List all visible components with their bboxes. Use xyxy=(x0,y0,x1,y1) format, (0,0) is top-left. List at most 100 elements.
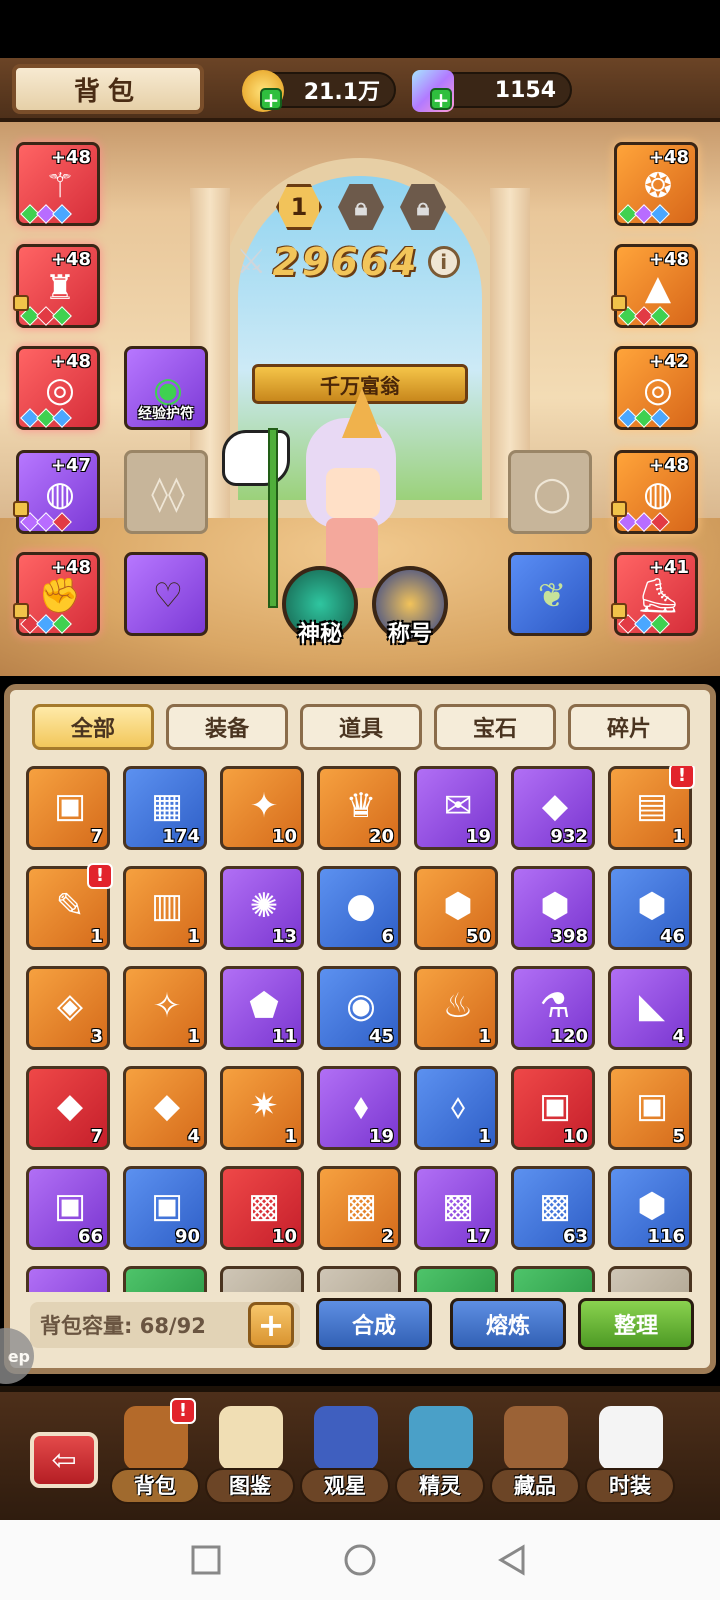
inventory-item[interactable]: · xyxy=(608,1266,692,1292)
equipment-slot-right[interactable]: +48 ❂ xyxy=(614,142,698,226)
inventory-item[interactable]: ⬢ 46 xyxy=(608,866,692,950)
nav-label: 时装 xyxy=(585,1468,675,1504)
equipment-slot-right[interactable]: +42 ◎ xyxy=(614,346,698,430)
book-icon xyxy=(219,1406,283,1470)
inventory-item[interactable]: ▤ 1! xyxy=(608,766,695,850)
inventory-item[interactable]: ▣ 66 xyxy=(26,1166,110,1250)
item-count: 10 xyxy=(271,1226,297,1247)
tab-items[interactable]: 道具 xyxy=(300,704,422,750)
nav-item-spirit[interactable]: 精灵 xyxy=(395,1398,485,1518)
nav-item-collection-chest[interactable]: 藏品 xyxy=(490,1398,580,1518)
inventory-item[interactable]: ✉ 19 xyxy=(414,766,498,850)
lock-icon xyxy=(13,501,29,517)
tab-gems[interactable]: 宝石 xyxy=(434,704,556,750)
add-gold-button[interactable]: + xyxy=(260,88,282,110)
inventory-item[interactable]: ▣ 5 xyxy=(608,1066,692,1150)
inventory-item[interactable]: ⬧ 19 xyxy=(317,1066,401,1150)
inventory-item[interactable]: ✦ 10 xyxy=(220,766,304,850)
inventory-item[interactable]: ▦ 174 xyxy=(123,766,207,850)
inventory-item[interactable]: ◆ 7 xyxy=(26,1066,110,1150)
loadout-tab-1[interactable]: 1 xyxy=(276,184,322,230)
equipment-slot-right[interactable]: +41 ⛸ xyxy=(611,552,698,636)
gem-sockets xyxy=(618,408,670,428)
partial-item-icon: · xyxy=(336,1281,386,1292)
tab-equipment[interactable]: 装备 xyxy=(166,704,288,750)
gem-sockets xyxy=(20,306,72,326)
equipment-slot-left[interactable]: +48 ♜ xyxy=(13,244,100,328)
nav-item-book[interactable]: 图鉴 xyxy=(205,1398,295,1518)
inventory-item[interactable]: ⬢ 116 xyxy=(608,1166,692,1250)
back-button[interactable] xyxy=(494,1542,530,1578)
inventory-item[interactable]: ▣ 90 xyxy=(123,1166,207,1250)
inventory-item[interactable]: · xyxy=(26,1266,110,1292)
inventory-item[interactable]: ◉ 45 xyxy=(317,966,401,1050)
nav-item-star-gazing[interactable]: 观星 xyxy=(300,1398,390,1518)
inventory-item[interactable]: ◆ 932 xyxy=(511,766,595,850)
item-count: 5 xyxy=(672,1126,685,1147)
inventory-item[interactable]: ◆ 4 xyxy=(123,1066,207,1150)
boots-icon: ⛸ xyxy=(636,576,680,616)
inventory-item[interactable]: ⬢ 50 xyxy=(414,866,498,950)
potion-icon: ⚗ xyxy=(539,986,571,1026)
inventory-item[interactable]: · xyxy=(317,1266,401,1292)
tab-fragments[interactable]: 碎片 xyxy=(568,704,690,750)
exp-charm-slot[interactable]: ◉ 经验护符 xyxy=(124,346,208,430)
crossed-swords-icon: ⚔ xyxy=(236,242,267,282)
inventory-item[interactable]: ▩ 17 xyxy=(414,1166,498,1250)
equipment-slot-left[interactable]: +48 ◎ xyxy=(16,346,100,430)
necklace-slot[interactable]: ♡ xyxy=(124,552,208,636)
inventory-item[interactable]: ▣ 10 xyxy=(511,1066,595,1150)
mystery-button[interactable]: 神秘 xyxy=(282,566,358,647)
inventory-item[interactable]: · xyxy=(511,1266,595,1292)
inventory-item[interactable]: ● 6 xyxy=(317,866,401,950)
inventory-item[interactable]: ⚗ 120 xyxy=(511,966,595,1050)
loadout-tab-locked[interactable]: 🔒︎ xyxy=(338,184,384,230)
inventory-item[interactable]: ♛ 20 xyxy=(317,766,401,850)
item-count: 19 xyxy=(465,826,491,847)
inventory-item[interactable]: ▩ 63 xyxy=(511,1166,595,1250)
inventory-item[interactable]: ▥ 1 xyxy=(123,866,207,950)
expand-capacity-button[interactable]: + xyxy=(248,1302,294,1348)
organize-button[interactable]: 整理 xyxy=(578,1298,694,1350)
nav-item-costume[interactable]: 时装 xyxy=(585,1398,675,1518)
add-diamond-button[interactable]: + xyxy=(430,88,452,110)
inventory-item[interactable]: ⬟ 11 xyxy=(220,966,304,1050)
inventory-item[interactable]: ⬨ 1 xyxy=(414,1066,498,1150)
bracelet-slot-empty[interactable]: ◯ xyxy=(508,450,592,534)
smelt-button[interactable]: 熔炼 xyxy=(450,1298,566,1350)
exit-button[interactable]: ⇦ xyxy=(30,1432,98,1488)
tab-all[interactable]: 全部 xyxy=(32,704,154,750)
inventory-item[interactable]: · xyxy=(220,1266,304,1292)
inventory-item[interactable]: · xyxy=(123,1266,207,1292)
inventory-item[interactable]: ✎ 1! xyxy=(26,863,113,950)
equipment-slot-right[interactable]: +48 ▲ xyxy=(611,244,698,328)
loadout-tab-locked[interactable]: 🔒︎ xyxy=(400,184,446,230)
equipment-slot-left[interactable]: +48 ✊ xyxy=(13,552,100,636)
inventory-item[interactable]: ◣ 4 xyxy=(608,966,692,1050)
inventory-item[interactable]: ♨ 1 xyxy=(414,966,498,1050)
info-button[interactable]: i xyxy=(427,246,460,278)
equipment-slot-left[interactable]: +48 ⚚ xyxy=(16,142,100,226)
item-count: 63 xyxy=(562,1226,588,1247)
recents-button[interactable] xyxy=(188,1542,224,1578)
inventory-item[interactable]: ▩ 10 xyxy=(220,1166,304,1250)
synthesize-button[interactable]: 合成 xyxy=(316,1298,432,1350)
inventory-item[interactable]: ▣ 7 xyxy=(26,766,110,850)
feather-slot[interactable]: ❦ xyxy=(508,552,592,636)
inventory-item[interactable]: ◈ 3 xyxy=(26,966,110,1050)
gem-icon xyxy=(650,408,670,428)
home-button[interactable] xyxy=(342,1542,378,1578)
equipment-slot-right[interactable]: +48 ◍ xyxy=(611,450,698,534)
equipment-slot-left[interactable]: +47 ◍ xyxy=(13,450,100,534)
earring-slot-empty[interactable]: ◊◊ xyxy=(124,450,208,534)
inventory-item[interactable]: ✺ 13 xyxy=(220,866,304,950)
nav-item-backpack[interactable]: 背包! xyxy=(110,1398,200,1518)
inventory-item[interactable]: ✧ 1 xyxy=(123,966,207,1050)
bracelet-icon: ◎ xyxy=(45,370,75,410)
inventory-item[interactable]: · xyxy=(414,1266,498,1292)
title-button[interactable]: 称号 xyxy=(372,566,448,647)
inventory-item[interactable]: ✷ 1 xyxy=(220,1066,304,1150)
gem-icon xyxy=(650,306,670,326)
inventory-item[interactable]: ⬢ 398 xyxy=(511,866,595,950)
inventory-item[interactable]: ▩ 2 xyxy=(317,1166,401,1250)
